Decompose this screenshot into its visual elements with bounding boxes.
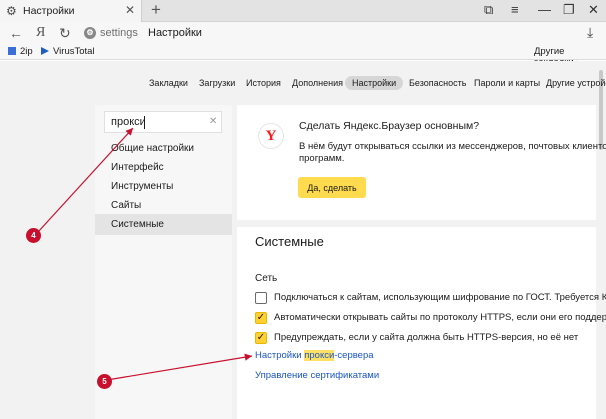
annotation-marker-5: 5: [97, 374, 112, 389]
annotation-marker-4: 4: [26, 228, 41, 243]
arrow-to-proxy-link: [106, 353, 253, 381]
annotation-arrows: [37, 127, 253, 381]
arrow-to-search: [37, 127, 134, 233]
